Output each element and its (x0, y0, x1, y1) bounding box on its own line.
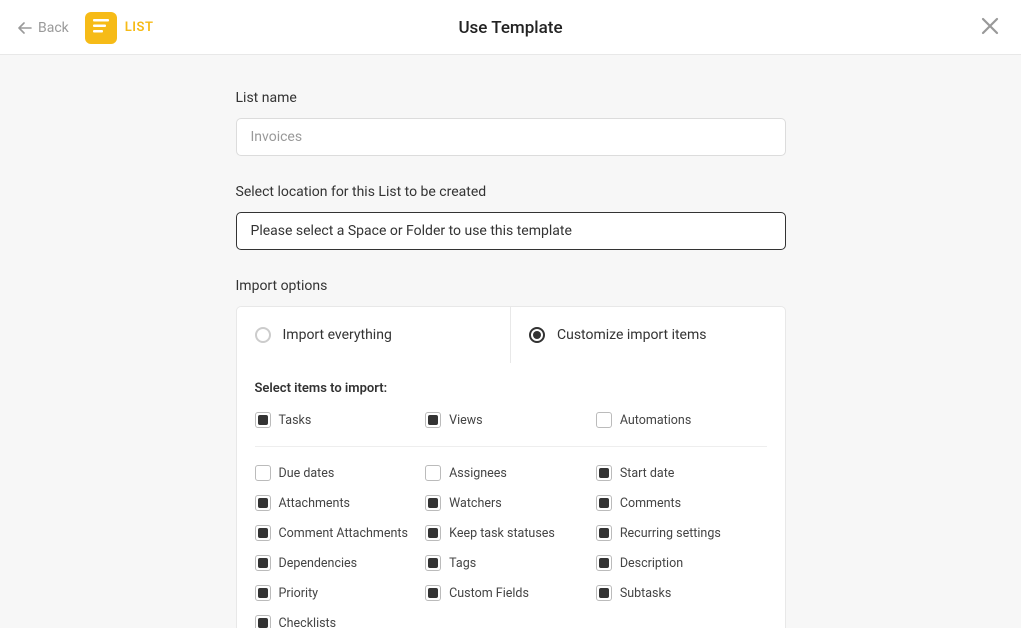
checkbox-label: Priority (279, 586, 319, 601)
checkbox-views[interactable]: Views (425, 412, 596, 428)
checkbox-label: Custom Fields (449, 586, 529, 601)
radio-icon-selected (529, 327, 545, 343)
checkbox-label: Tasks (279, 413, 312, 428)
checkbox-watchers[interactable]: Watchers (425, 495, 596, 511)
location-label: Select location for this List to be crea… (236, 184, 786, 200)
list-name-label: List name (236, 90, 786, 106)
checkbox-comments[interactable]: Comments (596, 495, 767, 511)
checkbox-icon (596, 465, 612, 481)
radio-customize-items[interactable]: Customize import items (511, 307, 785, 363)
checkbox-icon (255, 585, 271, 601)
location-select[interactable]: Please select a Space or Folder to use t… (236, 212, 786, 250)
checkbox-label: Due dates (279, 466, 335, 481)
import-options-box: Import everything Customize import items… (236, 306, 786, 628)
radio-everything-label: Import everything (283, 327, 392, 343)
checkbox-icon (596, 525, 612, 541)
back-button[interactable]: Back (18, 20, 69, 36)
list-icon (93, 18, 109, 37)
radio-import-everything[interactable]: Import everything (237, 307, 512, 363)
checkbox-attachments[interactable]: Attachments (255, 495, 426, 511)
list-type-label: LIST (125, 20, 154, 35)
checkbox-description[interactable]: Description (596, 555, 767, 571)
checkbox-start_date[interactable]: Start date (596, 465, 767, 481)
radio-customize-label: Customize import items (557, 327, 706, 343)
checkbox-comment_attachments[interactable]: Comment Attachments (255, 525, 426, 541)
checkbox-icon (425, 495, 441, 511)
checkbox-due_dates[interactable]: Due dates (255, 465, 426, 481)
page-title: Use Template (458, 18, 562, 38)
checkbox-label: Views (449, 413, 482, 428)
checkbox-icon (255, 412, 271, 428)
checkbox-icon (425, 465, 441, 481)
checkbox-assignees[interactable]: Assignees (425, 465, 596, 481)
checkbox-icon (425, 525, 441, 541)
list-type-badge (85, 12, 117, 44)
checkbox-custom_fields[interactable]: Custom Fields (425, 585, 596, 601)
checkbox-label: Recurring settings (620, 526, 721, 541)
checkbox-label: Comments (620, 496, 681, 511)
checkbox-label: Start date (620, 466, 675, 481)
checkbox-label: Comment Attachments (279, 526, 408, 541)
checkbox-icon (596, 412, 612, 428)
checkbox-label: Checklists (279, 616, 337, 628)
checkbox-icon (255, 495, 271, 511)
checkbox-label: Description (620, 556, 683, 571)
checkbox-label: Attachments (279, 496, 351, 511)
close-icon (981, 17, 999, 39)
checkbox-label: Tags (449, 556, 476, 571)
close-button[interactable] (977, 15, 1003, 41)
checkbox-tasks[interactable]: Tasks (255, 412, 426, 428)
checkbox-icon (255, 525, 271, 541)
checkbox-subtasks[interactable]: Subtasks (596, 585, 767, 601)
checkbox-label: Automations (620, 413, 691, 428)
checkbox-icon (425, 412, 441, 428)
select-items-label: Select items to import: (255, 381, 767, 396)
checkbox-label: Watchers (449, 496, 502, 511)
checkbox-icon (425, 585, 441, 601)
checkbox-dependencies[interactable]: Dependencies (255, 555, 426, 571)
checkbox-icon (255, 615, 271, 628)
list-name-input[interactable] (236, 118, 786, 156)
location-placeholder: Please select a Space or Folder to use t… (251, 223, 572, 239)
radio-icon (255, 327, 271, 343)
checkbox-keep_task_statuses[interactable]: Keep task statuses (425, 525, 596, 541)
checkbox-icon (255, 555, 271, 571)
checkbox-icon (255, 465, 271, 481)
import-options-label: Import options (236, 278, 786, 294)
checkbox-tags[interactable]: Tags (425, 555, 596, 571)
back-label: Back (38, 20, 69, 36)
checkbox-label: Dependencies (279, 556, 358, 571)
checkbox-checklists[interactable]: Checklists (255, 615, 426, 628)
checkbox-recurring_settings[interactable]: Recurring settings (596, 525, 767, 541)
checkbox-label: Subtasks (620, 586, 671, 601)
checkbox-label: Assignees (449, 466, 507, 481)
checkbox-automations[interactable]: Automations (596, 412, 767, 428)
checkbox-icon (596, 585, 612, 601)
arrow-left-icon (18, 21, 32, 35)
checkbox-label: Keep task statuses (449, 526, 555, 541)
checkbox-icon (596, 555, 612, 571)
checkbox-icon (596, 495, 612, 511)
checkbox-icon (425, 555, 441, 571)
checkbox-priority[interactable]: Priority (255, 585, 426, 601)
